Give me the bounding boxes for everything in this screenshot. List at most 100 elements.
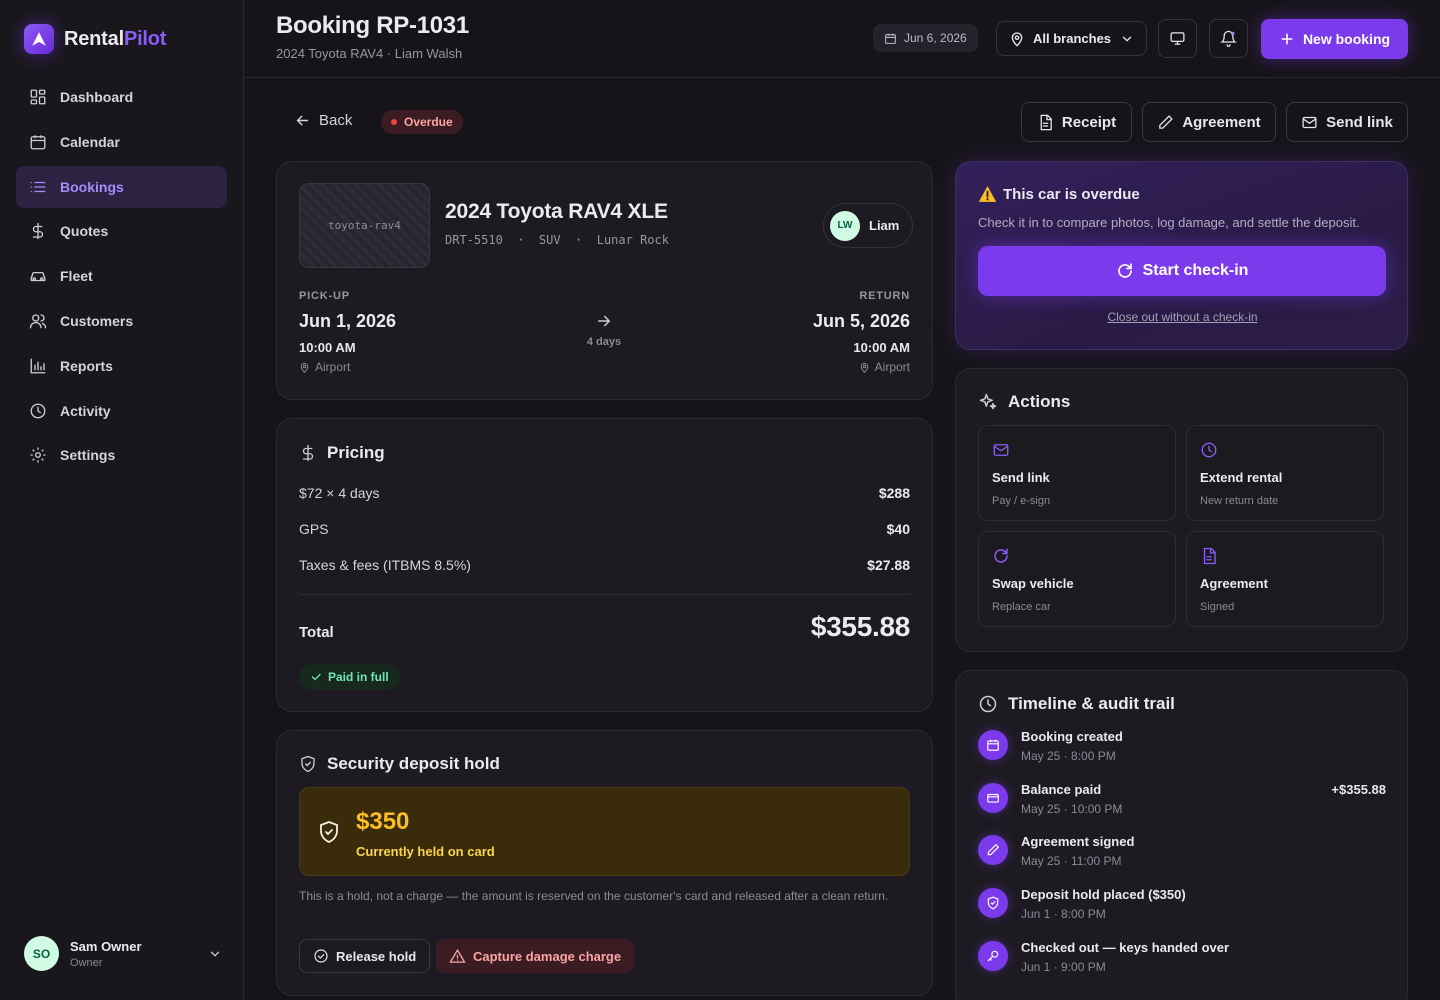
receipt-button[interactable]: Receipt <box>1021 102 1132 142</box>
timeline-item: Checked out — keys handed over Jun 1 · 9… <box>978 940 1386 984</box>
clock-icon <box>1200 441 1218 459</box>
map-pin-icon <box>1009 31 1025 47</box>
list-icon <box>28 177 48 197</box>
timeline-item-time: May 25 · 8:00 PM <box>1021 749 1116 763</box>
credit-card-icon <box>978 783 1008 813</box>
overdue-title-text: This car is overdue <box>1003 185 1140 203</box>
monitor-button[interactable] <box>1158 19 1197 58</box>
action-name: Send link <box>992 470 1050 485</box>
pickup-location-text: Airport <box>315 360 351 374</box>
agreement-button[interactable]: Agreement <box>1142 102 1276 142</box>
action-send-link[interactable]: Send link Pay / e-sign <box>978 425 1176 521</box>
overdue-title: This car is overdue <box>978 185 1140 203</box>
sparkles-icon <box>978 392 998 412</box>
vehicle-name: 2024 Toyota RAV4 XLE <box>445 200 668 223</box>
user-info: Sam Owner Owner <box>70 939 142 969</box>
timeline-item-title: Balance paid <box>1021 782 1102 797</box>
vehicle-thumbnail: toyota-rav4 <box>299 183 430 268</box>
sidebar-item-label: Activity <box>60 402 111 419</box>
sidebar-item-calendar[interactable]: Calendar <box>16 121 227 163</box>
avatar: LW <box>830 210 860 241</box>
chevron-down-icon <box>1120 32 1134 46</box>
clock-icon <box>28 401 48 421</box>
duration-text: 4 days <box>586 336 622 348</box>
new-booking-button[interactable]: New booking <box>1261 19 1408 59</box>
deposit-card: Security deposit hold $350 Currently hel… <box>276 730 933 996</box>
branch-select[interactable]: All branches <box>996 21 1147 56</box>
sidebar-item-fleet[interactable]: Fleet <box>16 255 227 297</box>
deposit-title: Security deposit hold <box>327 754 500 773</box>
send-link-button[interactable]: Send link <box>1286 102 1408 142</box>
map-pin-icon <box>299 362 310 373</box>
price-row: $72 × 4 days $288 <box>299 485 910 501</box>
deposit-amount: $350 <box>356 808 410 835</box>
sidebar-item-label: Settings <box>60 447 116 464</box>
deposit-header: Security deposit hold <box>299 754 500 774</box>
user-role: Owner <box>70 956 103 969</box>
sidebar-item-customers[interactable]: Customers <box>16 300 227 342</box>
brand[interactable]: RentalPilot <box>24 24 166 54</box>
user-menu[interactable]: SO Sam Owner Owner <box>24 936 222 971</box>
page-subtitle: 2024 Toyota RAV4 · Liam Walsh <box>276 46 463 61</box>
return-location: Airport <box>859 360 910 374</box>
paid-badge: Paid in full <box>299 664 400 690</box>
sidebar-item-label: Reports <box>60 357 113 374</box>
price-label: GPS <box>299 521 329 537</box>
sidebar-item-dashboard[interactable]: Dashboard <box>16 76 227 118</box>
action-agreement[interactable]: Agreement Signed <box>1186 531 1384 627</box>
sidebar-item-label: Quotes <box>60 223 109 240</box>
receipt-icon <box>1037 114 1054 131</box>
pricing-header: Pricing <box>299 443 385 463</box>
agreement-label: Agreement <box>1182 113 1261 131</box>
sidebar-item-quotes[interactable]: Quotes <box>16 210 227 252</box>
notifications-button[interactable] <box>1209 19 1248 58</box>
dollar-icon <box>28 221 48 241</box>
pickup-date: Jun 1, 2026 <box>299 311 397 331</box>
date-chip[interactable]: Jun 6, 2026 <box>873 24 978 52</box>
capture-damage-label: Capture damage charge <box>473 948 622 964</box>
trip-duration: 4 days <box>578 312 630 348</box>
deposit-explanation: This is a hold, not a charge — the amoun… <box>299 889 889 903</box>
bar-chart-icon <box>28 356 48 376</box>
back-button[interactable]: Back <box>294 112 352 129</box>
action-name: Agreement <box>1200 576 1268 591</box>
check-circle-icon <box>313 948 329 964</box>
action-extend-rental[interactable]: Extend rental New return date <box>1186 425 1384 521</box>
action-swap-vehicle[interactable]: Swap vehicle Replace car <box>978 531 1176 627</box>
dollar-icon <box>299 443 317 463</box>
action-subtitle: Replace car <box>992 601 1051 613</box>
status-dot <box>391 119 397 125</box>
sidebar-item-activity[interactable]: Activity <box>16 390 227 432</box>
sidebar-nav: Dashboard Calendar Bookings Quotes Fleet <box>16 76 227 479</box>
avatar: SO <box>24 936 59 971</box>
clock-icon <box>978 694 998 714</box>
monitor-icon <box>1169 30 1186 47</box>
action-subtitle: Signed <box>1200 601 1235 613</box>
timeline-title: Timeline & audit trail <box>1008 694 1175 713</box>
customer-chip[interactable]: LW Liam <box>823 203 914 248</box>
close-out-link[interactable]: Close out without a check-in <box>956 310 1409 324</box>
send-link-label: Send link <box>1326 113 1393 131</box>
pricing-title: Pricing <box>327 443 385 462</box>
key-icon <box>978 941 1008 971</box>
start-checkin-button[interactable]: Start check-in <box>978 246 1386 296</box>
timeline-item: Booking created May 25 · 8:00 PM <box>978 729 1386 773</box>
release-hold-button[interactable]: Release hold <box>299 939 431 973</box>
document-icon <box>1200 547 1218 565</box>
user-name: Sam Owner <box>70 938 142 954</box>
actions-title: Actions <box>1008 392 1071 411</box>
sidebar-item-reports[interactable]: Reports <box>16 345 227 387</box>
timeline-item-title: Checked out — keys handed over <box>1021 940 1230 955</box>
sidebar-item-label: Bookings <box>60 178 124 195</box>
sidebar-item-bookings[interactable]: Bookings <box>16 165 227 208</box>
price-amount: $40 <box>886 521 910 537</box>
capture-damage-button[interactable]: Capture damage charge <box>436 939 635 973</box>
timeline-item-title: Deposit hold placed ($350) <box>1021 887 1186 902</box>
chevron-down-icon[interactable] <box>208 947 222 961</box>
timeline-item-time: Jun 1 · 8:00 PM <box>1021 907 1106 921</box>
sidebar-item-settings[interactable]: Settings <box>16 434 227 476</box>
total-label: Total <box>299 624 334 641</box>
map-pin-icon <box>859 362 870 373</box>
price-label: Taxes & fees (ITBMS 8.5%) <box>299 557 471 573</box>
refresh-icon <box>992 547 1010 565</box>
